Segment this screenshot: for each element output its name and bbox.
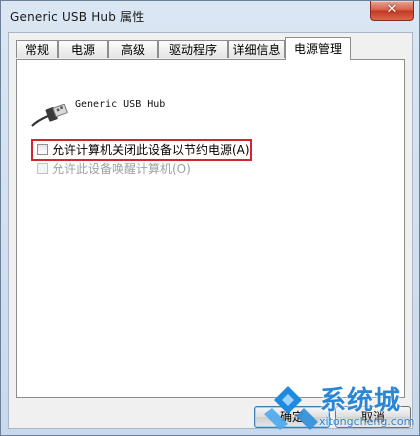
usb-plug-icon — [31, 104, 68, 127]
tab-advanced[interactable]: 高级 — [108, 40, 158, 58]
tab-strip: 常规 电源 高级 驱动程序 详细信息 电源管理 — [16, 37, 412, 60]
ok-button[interactable]: 确定 — [254, 406, 330, 428]
close-icon: ✕ — [386, 2, 398, 17]
properties-dialog: Generic USB Hub 属性 ✕ 常规 电源 高级 驱动程序 详细信息 … — [0, 0, 420, 436]
allow-turn-off-label[interactable]: 允许计算机关闭此设备以节约电源(A) — [52, 141, 250, 159]
device-name: Generic USB Hub — [75, 99, 166, 110]
allow-wake-label: 允许此设备唤醒计算机(O) — [52, 162, 191, 176]
tab-power[interactable]: 电源 — [58, 40, 108, 58]
window-title: Generic USB Hub 属性 — [10, 10, 145, 24]
tab-details[interactable]: 详细信息 — [228, 40, 285, 58]
title-bar[interactable]: Generic USB Hub 属性 ✕ — [1, 1, 419, 31]
close-button[interactable]: ✕ — [370, 1, 414, 21]
allow-turn-off-checkbox[interactable] — [37, 144, 48, 155]
power-management-panel: Generic USB Hub 允许计算机关闭此设备以节约电源(A) 允许此设备… — [16, 59, 405, 398]
dialog-body: 常规 电源 高级 驱动程序 详细信息 电源管理 Generic USB Hub … — [8, 32, 413, 429]
tab-driver[interactable]: 驱动程序 — [158, 40, 228, 58]
tab-general[interactable]: 常规 — [16, 40, 58, 58]
cancel-button[interactable]: 取消 — [335, 406, 411, 428]
allow-wake-checkbox — [37, 163, 48, 174]
tab-power-management[interactable]: 电源管理 — [285, 37, 351, 60]
